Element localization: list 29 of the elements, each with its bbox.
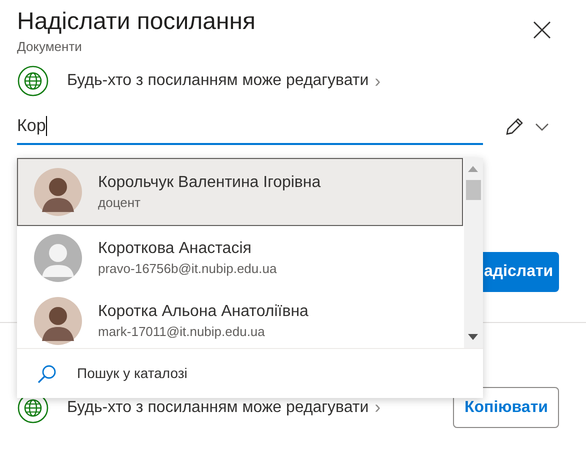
suggestion-item[interactable]: Короткова Анастасія pravo-16756b@it.nubip.edu.ua: [17, 226, 463, 289]
contact-name: Короткова Анастасія: [98, 238, 252, 258]
contact-detail: mark-17011@it.nubip.edu.ua: [98, 322, 266, 340]
avatar: [34, 296, 82, 344]
suggestion-item[interactable]: Корольчук Валентина Ігорівна доцент: [17, 158, 463, 226]
directory-search[interactable]: Пошук у каталозі: [77, 363, 188, 384]
contact-name: Корольчук Валентина Ігорівна: [98, 173, 321, 193]
chevron-icon: ›: [374, 394, 381, 421]
contact-detail: доцент: [98, 194, 142, 212]
scroll-down-icon[interactable]: [468, 334, 478, 340]
scroll-thumb[interactable]: [466, 180, 481, 200]
contact-detail: pravo-16756b@it.nubip.edu.ua: [98, 260, 277, 278]
chevron-down-icon[interactable]: [535, 122, 549, 132]
link-setting[interactable]: Будь-хто з посиланням може редагувати: [67, 396, 369, 420]
dialog-title: Надіслати посилання: [17, 7, 256, 37]
globe-icon: [17, 65, 49, 97]
chevron-icon: ›: [374, 68, 381, 94]
search-icon: [37, 364, 57, 384]
contact-name: Коротка Альона Анатоліївна: [98, 302, 308, 322]
avatar: [34, 234, 82, 282]
dialog-subtitle: Документи: [17, 38, 83, 56]
link-setting[interactable]: Будь-хто з посиланням може редагувати: [67, 69, 369, 93]
scrollbar-track[interactable]: [464, 158, 483, 348]
close-icon[interactable]: [533, 21, 551, 39]
avatar: [34, 168, 82, 216]
recipient-field[interactable]: Кор: [17, 109, 483, 145]
send-button[interactable]: адіслати: [482, 252, 559, 292]
pencil-icon[interactable]: [503, 116, 525, 138]
suggestion-item[interactable]: Коротка Альона Анатоліївна mark-17011@it.nubip.edu.ua: [17, 289, 463, 348]
